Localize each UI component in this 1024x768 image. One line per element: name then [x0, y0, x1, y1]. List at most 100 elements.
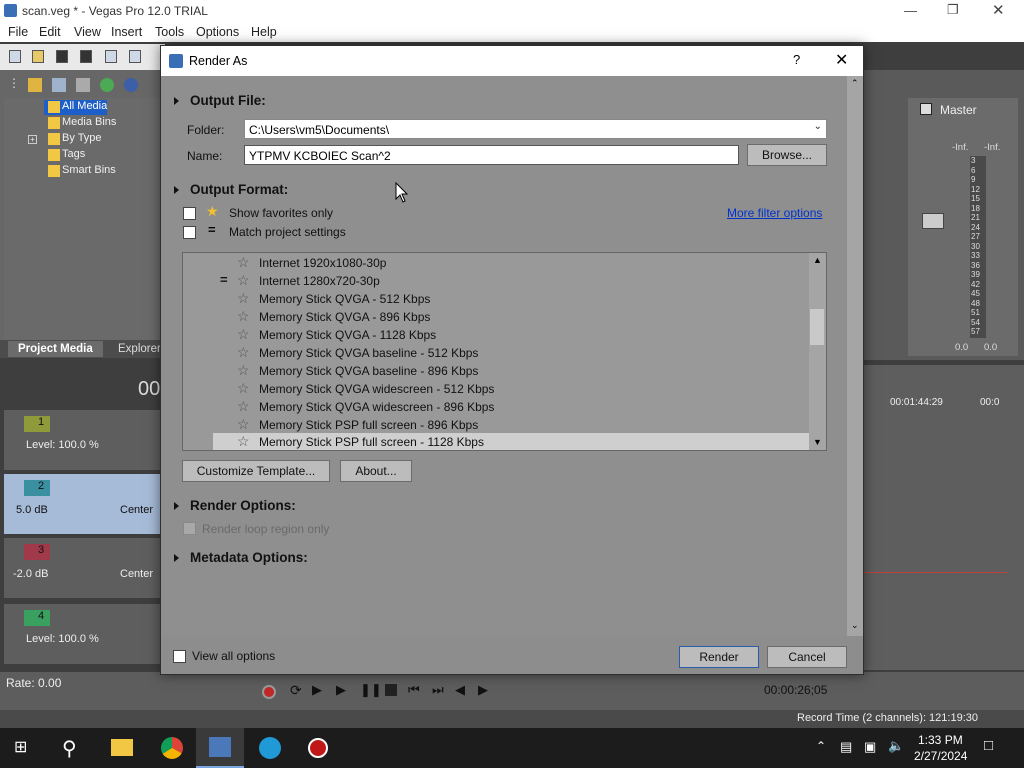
template-item[interactable]: ☆ Memory Stick QVGA - 1128 Kbps — [213, 326, 809, 344]
template-item[interactable]: ☆ Memory Stick QVGA baseline - 896 Kbps — [213, 362, 809, 380]
cancel-button[interactable]: Cancel — [767, 646, 847, 668]
match-project-checkbox[interactable] — [183, 226, 196, 239]
volume-icon[interactable]: 🔈 — [888, 738, 904, 754]
prev-frame-icon[interactable]: ◀ — [455, 682, 465, 698]
capture-icon[interactable] — [52, 78, 66, 92]
track-2[interactable]: 2 5.0 dB Center — [4, 474, 160, 534]
template-item[interactable]: ☆ Memory Stick PSP full screen - 896 Kbps — [213, 416, 809, 434]
taskbar-vegas[interactable] — [196, 728, 244, 768]
tab-explorer[interactable]: Explorer — [118, 343, 161, 355]
stop-icon[interactable] — [385, 684, 397, 696]
taskbar-edge[interactable] — [246, 728, 294, 768]
favorite-star-icon[interactable]: ☆ — [237, 290, 250, 307]
track-1[interactable]: 1 Level: 100.0 % — [4, 410, 160, 470]
start-icon[interactable]: ⊞ — [14, 740, 30, 756]
favorite-star-icon[interactable]: ☆ — [237, 308, 250, 325]
menu-file[interactable]: File — [8, 25, 28, 39]
dialog-close-icon[interactable]: ✕ — [835, 50, 848, 70]
about-button[interactable]: About... — [340, 460, 412, 482]
tree-all-media[interactable]: All Media — [44, 100, 108, 115]
taskbar-file-explorer[interactable] — [98, 728, 146, 768]
render-loop-checkbox[interactable] — [183, 522, 196, 535]
web-icon[interactable] — [100, 78, 114, 92]
template-item[interactable]: ☆ Memory Stick QVGA widescreen - 512 Kbps — [213, 380, 809, 398]
loop-icon[interactable]: ⟳ — [290, 682, 302, 699]
folder-combobox[interactable]: C:\Users\vm5\Documents\ ⌄ — [244, 119, 827, 139]
master-fader[interactable] — [922, 213, 944, 229]
collapse-output-file-icon[interactable] — [174, 97, 179, 105]
template-item[interactable]: ☆ Memory Stick QVGA widescreen - 896 Kbps — [213, 398, 809, 416]
render-icon[interactable] — [129, 50, 141, 63]
get-media-icon[interactable] — [76, 78, 90, 92]
properties-icon[interactable] — [105, 50, 117, 63]
favorite-star-icon[interactable]: ☆ — [237, 398, 250, 415]
taskbar-chrome[interactable] — [148, 728, 196, 768]
tab-project-media[interactable]: Project Media — [8, 341, 103, 357]
menu-edit[interactable]: Edit — [39, 25, 61, 39]
template-item[interactable]: ☆ Memory Stick QVGA baseline - 512 Kbps — [213, 344, 809, 362]
menu-view[interactable]: View — [74, 25, 101, 39]
view-all-options-checkbox[interactable] — [173, 650, 186, 663]
notifications-icon[interactable]: □ — [984, 737, 993, 754]
taskbar-recorder[interactable] — [294, 728, 342, 768]
tree-by-type[interactable]: By Type — [44, 132, 102, 147]
restore-icon[interactable]: ❐ — [947, 2, 959, 18]
favorite-star-icon[interactable]: ☆ — [237, 344, 250, 361]
expand-icon[interactable]: + — [28, 135, 37, 144]
show-favorites-checkbox[interactable] — [183, 207, 196, 220]
minimize-icon[interactable]: — — [904, 3, 917, 18]
tree-smart-bins[interactable]: Smart Bins — [44, 164, 116, 179]
track-4[interactable]: 4 Level: 100.0 % — [4, 604, 160, 664]
save-as-icon[interactable] — [80, 50, 92, 63]
dialog-scrollbar[interactable]: ⌃ ⌄ — [847, 76, 863, 636]
play-from-start-icon[interactable]: ▶ — [312, 682, 322, 698]
browse-button[interactable]: Browse... — [747, 144, 827, 166]
favorite-star-icon[interactable]: ☆ — [237, 326, 250, 343]
favorite-star-icon[interactable]: ☆ — [237, 380, 250, 397]
close-icon[interactable]: ✕ — [992, 1, 1005, 19]
open-icon[interactable] — [32, 50, 44, 63]
next-frame-icon[interactable]: ▶ — [478, 682, 488, 698]
template-item[interactable]: ☆ Memory Stick QVGA - 896 Kbps — [213, 308, 809, 326]
template-item[interactable]: = ☆ Internet 1280x720-30p — [213, 272, 809, 290]
play-icon[interactable]: ▶ — [336, 682, 346, 698]
scroll-down-icon[interactable]: ⌄ — [851, 620, 859, 631]
favorite-star-icon[interactable]: ☆ — [237, 272, 250, 289]
scroll-up-icon[interactable]: ▲ — [813, 255, 822, 265]
pause-icon[interactable]: ❚❚ — [360, 682, 382, 698]
template-item[interactable]: ☆ Memory Stick QVGA - 512 Kbps — [213, 290, 809, 308]
menu-options[interactable]: Options — [196, 25, 239, 39]
tree-media-bins[interactable]: Media Bins — [44, 116, 116, 131]
new-icon[interactable] — [9, 50, 21, 63]
expand-metadata-options-icon[interactable] — [174, 554, 179, 562]
save-icon[interactable] — [56, 50, 68, 63]
record-button[interactable] — [262, 685, 276, 699]
name-input[interactable]: YTPMV KCBOIEC Scan^2 — [244, 145, 739, 165]
template-item-selected[interactable]: ☆ Memory Stick PSP full screen - 1128 Kbp… — [213, 433, 809, 450]
chevron-up-icon[interactable]: ⌃ — [816, 739, 826, 753]
favorite-star-icon[interactable]: ☆ — [237, 433, 250, 450]
favorite-star-icon[interactable]: ☆ — [237, 362, 250, 379]
template-list-scrollbar[interactable]: ▲ ▼ — [809, 253, 826, 450]
help-button[interactable]: ? — [793, 52, 800, 67]
ethernet-icon[interactable]: ▣ — [864, 739, 876, 755]
favorite-star-icon[interactable]: ☆ — [237, 254, 250, 271]
chevron-down-icon[interactable]: ⌄ — [814, 121, 822, 132]
favorite-star-icon[interactable]: ☆ — [237, 416, 250, 433]
menu-tools[interactable]: Tools — [155, 25, 184, 39]
scroll-up-icon[interactable]: ⌃ — [851, 78, 859, 89]
collapse-output-format-icon[interactable] — [174, 186, 179, 194]
customize-template-button[interactable]: Customize Template... — [182, 460, 330, 482]
search-icon[interactable] — [124, 78, 138, 92]
track-3[interactable]: 3 -2.0 dB Center — [4, 538, 160, 598]
clock-date[interactable]: 2/27/2024 — [914, 749, 967, 763]
import-media-icon[interactable] — [28, 78, 42, 92]
clock-time[interactable]: 1:33 PM — [918, 733, 963, 747]
scroll-thumb[interactable] — [810, 309, 824, 345]
scroll-down-icon[interactable]: ▼ — [813, 437, 822, 447]
go-start-icon[interactable]: ⏮ — [408, 682, 420, 698]
expand-render-options-icon[interactable] — [174, 502, 179, 510]
menu-help[interactable]: Help — [251, 25, 277, 39]
template-list[interactable]: ☆ Internet 1920x1080-30p = ☆ Internet 1280x… — [182, 252, 827, 451]
tree-tags[interactable]: Tags — [44, 148, 85, 163]
